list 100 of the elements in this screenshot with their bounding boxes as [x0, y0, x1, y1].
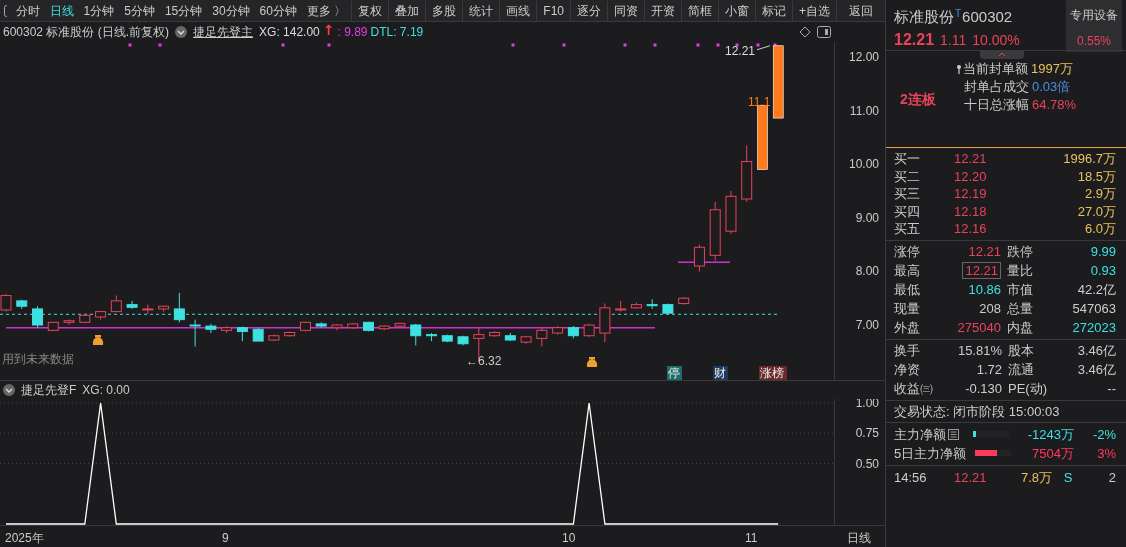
toolbar-button[interactable]: 叠加 [388, 0, 426, 21]
stock-name: 标准股份 [894, 7, 954, 27]
period-tab[interactable]: 1分钟 [78, 0, 120, 21]
sector-panel[interactable]: 专用设备 0.55% [1066, 0, 1122, 52]
bid-volume: 1996.7万 [1062, 150, 1116, 168]
tick-volume: 7.8万 [1019, 468, 1052, 487]
stat-label: 收益㈢ [894, 379, 934, 398]
flow-amount: 7504万 [1032, 444, 1074, 463]
candlestick [79, 313, 91, 324]
indicator-reading: ↑ [322, 23, 335, 40]
stat-value: 42.2亿 [1077, 281, 1116, 297]
seal-label: 封单占成交 [964, 78, 1029, 96]
toolbar-button[interactable]: 逐分 [570, 0, 607, 21]
toolbar-button[interactable]: F10 [536, 0, 570, 21]
bid-price: 12.21 [954, 150, 988, 168]
dropdown-icon[interactable] [3, 384, 15, 396]
candlestick [394, 321, 406, 329]
price-label: 10.00 [848, 157, 879, 172]
price-label: 12.00 [848, 50, 879, 64]
trading-flag-text: T [955, 7, 962, 21]
stat-label: 股本 [1008, 341, 1035, 360]
tick-count: 2 [1108, 468, 1116, 487]
candlestick [16, 299, 28, 310]
limit-price-label: 11.1 [748, 95, 771, 110]
pin-icon [957, 64, 961, 74]
stat-value: 0.93 [1090, 262, 1116, 278]
indicator-reading: XG: 0.00 [82, 382, 130, 399]
candlestick [158, 305, 170, 313]
diamond-icon[interactable] [799, 26, 811, 38]
event-tag[interactable]: 财 [713, 366, 728, 380]
bid-label: 买五 [894, 220, 921, 238]
tick-side: S [1062, 468, 1074, 487]
toolbar-button[interactable]: +自选 [792, 0, 836, 21]
candlestick [0, 293, 12, 313]
candlestick [173, 292, 185, 323]
stat-label: PE(动) [1008, 379, 1048, 398]
candlestick [189, 319, 201, 347]
toolbar-button[interactable]: 同资 [607, 0, 644, 21]
period-tab[interactable]: 15分钟 [159, 0, 208, 21]
period-tab[interactable]: 30分钟 [207, 0, 255, 21]
low-price-label: ←6.32 [466, 354, 502, 369]
candlestick [236, 326, 248, 342]
bid-volume: 2.9万 [1083, 185, 1116, 203]
stat-label: 流通 [1008, 360, 1035, 379]
toolbar-button[interactable]: 开资 [644, 0, 681, 21]
tick-time: 14:56 [894, 468, 928, 487]
candlestick [299, 321, 311, 332]
candlestick [110, 295, 122, 313]
bid-volume: 18.5万 [1076, 167, 1116, 185]
list-icon[interactable] [948, 428, 959, 440]
price-label: 9.00 [855, 210, 879, 225]
event-tag[interactable]: 涨榜 [759, 366, 787, 380]
bid-label: 买一 [894, 150, 921, 168]
stat-value: 272023 [1072, 319, 1116, 335]
toolbar-button[interactable]: 画线 [499, 0, 537, 21]
leader-line [756, 45, 771, 51]
toolbar-button[interactable]: 统计 [462, 0, 500, 21]
candlestick [205, 323, 217, 334]
toolbar-button[interactable]: 返回 [836, 0, 885, 21]
toolbar-button[interactable]: 标记 [755, 0, 792, 21]
bid-price: 12.16 [954, 220, 988, 238]
seal-label: 十日总涨幅 [964, 96, 1029, 114]
period-tab[interactable]: 5分钟 [119, 0, 160, 21]
period-tab[interactable]: 日线 [44, 0, 79, 21]
indicator-name[interactable]: 捷足先登主 [193, 23, 254, 41]
candlestick [520, 335, 532, 345]
period-tab[interactable]: 分时 [10, 0, 45, 21]
collapse-handle-icon[interactable] [980, 51, 1024, 59]
flow-amount: -1243万 [1027, 425, 1074, 444]
indicator-name[interactable]: 捷足先登F [21, 381, 77, 399]
dropdown-icon[interactable] [175, 26, 188, 38]
flow-percent: -2% [1091, 425, 1116, 444]
candlestick [126, 300, 138, 310]
axis-label: 0.50 [855, 456, 879, 471]
candlestick [252, 327, 264, 342]
stat-value: 547063 [1072, 300, 1116, 316]
candlestick [426, 332, 437, 342]
candlestick [552, 325, 564, 336]
toolbar-button[interactable]: 复权 [351, 0, 389, 21]
period-tab[interactable]: 更多 〉 [301, 0, 352, 21]
candlestick [536, 327, 548, 347]
candlestick [457, 335, 469, 346]
seal-value: 1997万 [1031, 60, 1073, 78]
toolbar-button[interactable]: 多股 [425, 0, 463, 21]
candlestick [678, 296, 690, 306]
bid-label: 买三 [894, 185, 921, 203]
toolbar-button[interactable]: 小窗 [718, 0, 755, 21]
candlestick [662, 303, 674, 315]
candlestick [378, 324, 390, 331]
event-tag[interactable]: 停 [667, 366, 682, 380]
stat-value: 3.46亿 [1076, 341, 1116, 360]
stock-code: 600302 [962, 7, 1013, 27]
stat-value: -- [1106, 379, 1116, 398]
toolbar-button[interactable]: 简框 [681, 0, 718, 21]
candlestick [599, 303, 611, 343]
indicator-reading: DTL: 7.19 [370, 24, 424, 41]
candlestick [347, 322, 359, 330]
streak-label: 2连板 [900, 91, 936, 107]
period-tab[interactable]: 60分钟 [254, 0, 302, 21]
candlestick [47, 321, 59, 331]
